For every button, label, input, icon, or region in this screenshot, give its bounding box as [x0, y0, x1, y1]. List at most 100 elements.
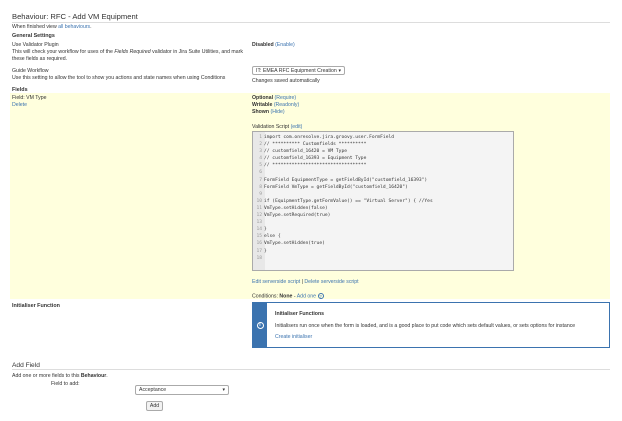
code-text: // customfield_16420 = VM Type [264, 149, 347, 155]
code-line: 14} [253, 226, 513, 233]
code-line: 12 VmType.setRequired(true) [253, 212, 513, 219]
initialiser-info-box: i Initialiser Functions Initialisers run… [252, 302, 610, 348]
all-behaviours-link[interactable]: all behaviours [58, 24, 90, 30]
finished-hint-suffix: . [90, 24, 92, 30]
code-text: else { [264, 234, 281, 240]
help-icon[interactable]: ? [317, 293, 324, 299]
code-line: 18 [253, 255, 513, 262]
optional-status: Optional [252, 95, 274, 101]
code-line: 16 VmType.setHidden(true) [253, 240, 513, 247]
code-line: 5// ********************************** [253, 162, 513, 169]
validator-label: Use Validator Plugin [12, 42, 59, 48]
code-text: } [264, 227, 267, 233]
code-text: import com.onresolve.jira.groovy.user.Fo… [264, 135, 394, 140]
edit-serverside-link[interactable]: Edit serverside script [252, 279, 300, 285]
code-text: } [264, 248, 267, 254]
info-side-bar: i [253, 303, 267, 347]
conditions-row: Conditions: None - Add one ? [252, 293, 324, 299]
field-to-add-label: Field to add: [51, 381, 80, 387]
line-number: 10 [256, 198, 262, 204]
add-field-description: Add one or more fields to this Behaviour… [12, 373, 108, 379]
info-icon: i [256, 321, 264, 329]
serverside-links: Edit serverside script | Delete serversi… [252, 279, 359, 285]
line-number: 15 [256, 234, 262, 240]
add-field-desc-suffix: . [106, 373, 108, 379]
add-field-button[interactable]: Add [146, 401, 163, 411]
page-title: Behaviour: RFC - Add VM Equipment [12, 12, 138, 21]
guide-workflow-select-value: IT: EMEA RFC Equipment Creation [256, 67, 337, 74]
finished-hint: When finished view all behaviours. [12, 24, 92, 30]
add-field-desc-prefix: Add one or more fields to this [12, 373, 81, 379]
chevron-down-icon: ▾ [338, 67, 341, 74]
code-line: 4// customfield_16393 = Equipment Type [253, 155, 513, 162]
guide-workflow-description: Use this setting to allow the tool to sh… [12, 75, 226, 81]
code-text: // ********************************** [264, 163, 367, 169]
code-lines: 1 import com.onresolve.jira.groovy.user.F… [253, 134, 513, 262]
validator-status: Disabled [252, 42, 274, 48]
general-settings-heading: General Settings [12, 33, 55, 39]
changes-saved-note: Changes saved automatically [252, 78, 320, 84]
info-title: Initialiser Functions [275, 311, 325, 317]
validation-script-editor[interactable]: 1 import com.onresolve.jira.groovy.user.F… [252, 131, 514, 271]
line-number: 3 [259, 149, 262, 155]
code-text: VmType.setHidden(true) [264, 241, 325, 247]
code-line: 1 import com.onresolve.jira.groovy.user.F… [253, 134, 513, 141]
delete-serverside-link[interactable]: Delete serverside script [304, 279, 358, 285]
code-line: 6 [253, 169, 513, 176]
code-text: if (EquipmentType.getFormValue() == "Vir… [264, 198, 433, 204]
line-number: 4 [259, 156, 262, 162]
code-line: 7 FormField EquipmentType = getFieldById(… [253, 177, 513, 184]
writable-row: Writable (Readonly) [252, 102, 299, 108]
serverside-separator: | [301, 279, 303, 285]
writable-status: Writable [252, 102, 273, 108]
title-divider [12, 22, 610, 23]
code-text: // customfield_16393 = Equipment Type [264, 156, 367, 162]
guide-workflow-label: Guide Workflow [12, 68, 49, 74]
code-line: 15 else { [253, 233, 513, 240]
line-number: 7 [259, 177, 262, 183]
line-number: 12 [256, 213, 262, 219]
validator-desc-part2: validator in Jira Suite Utilities, and m… [150, 49, 243, 55]
field-to-add-select-value: Acceptance [139, 387, 167, 393]
delete-field-link[interactable]: Delete [12, 102, 27, 108]
edit-validation-link[interactable]: (edit) [291, 124, 303, 130]
add-field-heading: Add Field [12, 362, 40, 369]
code-line: 3// customfield_16420 = VM Type [253, 148, 513, 155]
line-number: 5 [259, 163, 262, 169]
code-line: 2// ********** Customfields ********** [253, 141, 513, 148]
line-number: 8 [259, 184, 262, 190]
conditions-label: Conditions: [252, 293, 278, 300]
code-text: VmType.setHidden(false) [264, 205, 328, 211]
guide-workflow-select[interactable]: IT: EMEA RFC Equipment Creation ▾ [252, 66, 345, 75]
info-text: Initialisers run once when the form is l… [275, 323, 576, 329]
code-text: FormField EquipmentType = getFieldById("… [264, 177, 428, 183]
code-text: FormField VmType = getFieldById("customf… [264, 184, 408, 190]
line-number: 6 [259, 170, 262, 176]
field-to-add-select[interactable]: Acceptance ▾ [135, 385, 229, 395]
hide-link[interactable]: (Hide) [270, 109, 284, 115]
code-line: 13 [253, 219, 513, 226]
line-number: 17 [256, 248, 262, 254]
create-initialiser-link[interactable]: Create initialiser [275, 334, 312, 340]
line-number: 16 [256, 241, 262, 247]
readonly-link[interactable]: (Readonly) [274, 102, 299, 108]
conditions-value: None [279, 293, 293, 300]
validation-script-row: Validation Script (edit) [252, 124, 302, 130]
validation-script-label: Validation Script [252, 124, 290, 130]
line-number: 1 [259, 135, 262, 140]
validator-desc-emphasis: Fields Required [114, 49, 151, 55]
require-link[interactable]: (Require) [275, 95, 297, 101]
code-line: 8 FormField VmType = getFieldById("custom… [253, 184, 513, 191]
shown-status: Shown [252, 109, 270, 115]
add-field-divider [12, 369, 610, 370]
enable-validator-link[interactable]: (Enable) [275, 42, 295, 48]
field-name: Field: VM Type [12, 95, 47, 101]
line-number: 9 [259, 191, 262, 197]
line-number: 2 [259, 142, 262, 148]
validator-desc-line2: these fields as required. [12, 56, 68, 62]
validator-status-row: Disabled (Enable) [252, 42, 295, 48]
add-condition-link[interactable]: Add one [297, 293, 316, 299]
finished-hint-prefix: When finished view [12, 24, 59, 30]
initialiser-label: Initialiser Function [12, 303, 60, 309]
code-line: 17} [253, 248, 513, 255]
